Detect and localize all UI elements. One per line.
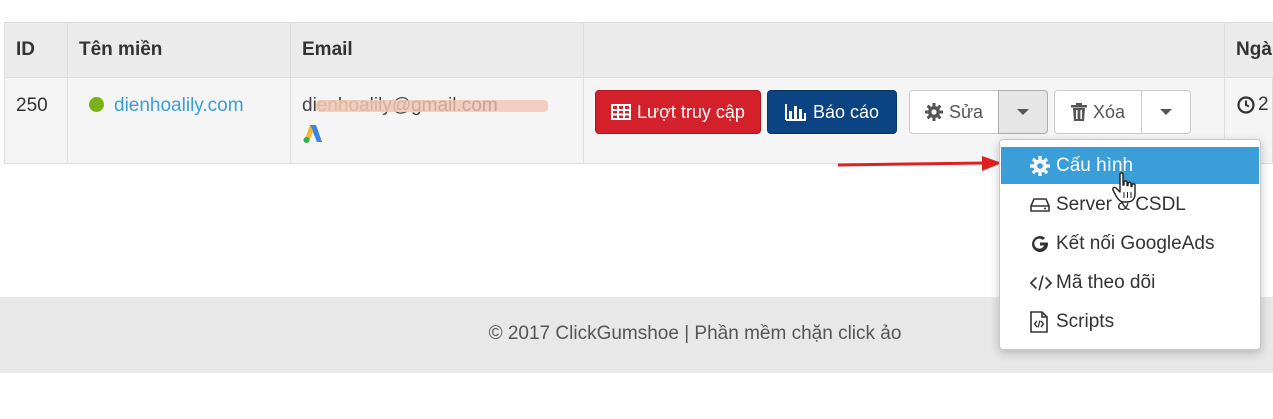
delete-button[interactable]: Xóa (1054, 90, 1142, 134)
cell-email: dienhoalily@gmail.com (290, 77, 584, 164)
cell-id: 250 (4, 77, 68, 164)
header-domain: Tên miền (67, 22, 291, 78)
header-email: Email (290, 22, 584, 78)
google-icon (1030, 234, 1052, 254)
menu-item-label: Scripts (1056, 310, 1115, 332)
file-code-icon (1030, 310, 1052, 333)
report-label: Báo cáo (812, 101, 880, 122)
table-header-row: ID Tên miền Email Ngà (4, 22, 1273, 78)
menu-item-tracking-code[interactable]: Mã theo dõi (1001, 264, 1259, 301)
annotation-arrow-icon (837, 156, 1002, 171)
header-actions (583, 22, 1225, 78)
date-cell-content: 2 (1237, 94, 1269, 116)
edit-dropdown-menu: Cấu hình Server & CSDL Kết nối GoogleAds… (999, 139, 1261, 350)
menu-item-scripts[interactable]: Scripts (1001, 303, 1259, 340)
code-icon (1030, 274, 1052, 292)
report-button[interactable]: Báo cáo (767, 90, 897, 134)
cell-domain: dienhoalily.com (67, 77, 291, 164)
delete-label: Xóa (1092, 101, 1126, 122)
gear-icon (924, 103, 943, 121)
google-ads-icon (303, 125, 322, 143)
email-redaction (316, 100, 548, 112)
row-id: 250 (16, 95, 48, 116)
header-date: Ngà (1224, 22, 1273, 78)
delete-dropdown-toggle[interactable] (1141, 90, 1191, 134)
trash-icon (1070, 103, 1087, 121)
status-dot (89, 97, 104, 113)
header-id: ID (4, 22, 68, 78)
edit-button[interactable]: Sửa (909, 90, 999, 134)
menu-item-label: Mã theo dõi (1056, 271, 1156, 293)
menu-item-googleads[interactable]: Kết nối GoogleAds (1001, 225, 1259, 262)
caret-down-icon (1017, 109, 1029, 115)
domain-link[interactable]: dienhoalily.com (114, 95, 244, 116)
gear-icon (1030, 155, 1052, 176)
edit-label: Sửa (948, 101, 984, 122)
bar-chart-icon (784, 103, 807, 121)
visits-label: Lượt truy cập (637, 101, 745, 122)
hand-cursor-icon (1112, 172, 1136, 203)
date-value: 2 (1258, 94, 1269, 115)
email-text: dienhoalily@gmail.com (302, 95, 548, 116)
hdd-icon (1030, 197, 1052, 213)
table-icon (611, 104, 632, 120)
caret-down-icon (1160, 109, 1172, 115)
clock-icon (1237, 96, 1255, 114)
menu-item-label: Kết nối GoogleAds (1056, 232, 1215, 254)
edit-dropdown-toggle[interactable] (998, 90, 1048, 134)
visits-button[interactable]: Lượt truy cập (595, 90, 761, 134)
